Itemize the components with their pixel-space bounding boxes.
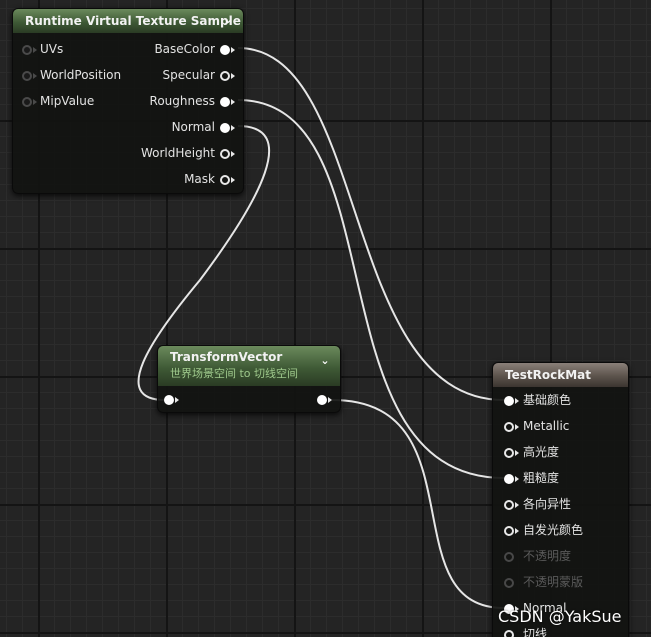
emissive-color-input-label: 自发光颜色 xyxy=(523,523,584,537)
pin-arrow-icon xyxy=(328,397,332,403)
pin-arrow-icon xyxy=(515,528,519,534)
roughness-output-pin[interactable] xyxy=(220,97,230,107)
pin-arrow-icon xyxy=(515,450,519,456)
opacity-mask-input-label: 不透明蒙版 xyxy=(523,575,584,589)
opacity-input-pin[interactable] xyxy=(504,552,514,562)
mip-value-input-pin[interactable] xyxy=(22,97,32,107)
basecolor-output-pin[interactable] xyxy=(220,45,230,55)
rvt-node-header[interactable]: Runtime Virtual Texture Sample ⌄ xyxy=(13,9,243,33)
anisotropy-input-label: 各向异性 xyxy=(523,497,572,511)
pin-arrow-icon xyxy=(231,99,235,105)
pin-arrow-icon xyxy=(515,424,519,430)
base-color-input-pin[interactable] xyxy=(504,396,514,406)
opacity-input-label: 不透明度 xyxy=(523,549,572,563)
world-height-output-pin[interactable] xyxy=(220,149,230,159)
transform-output-pin[interactable] xyxy=(317,395,327,405)
roughness-input-pin[interactable] xyxy=(504,474,514,484)
material-node-header[interactable]: TestRockMat xyxy=(493,363,628,387)
uvs-input-label: UVs xyxy=(40,42,64,56)
runtime-virtual-texture-sample-node[interactable]: Runtime Virtual Texture Sample ⌄ UVs Wor… xyxy=(12,8,244,194)
test-rock-mat-node[interactable]: TestRockMat 基础颜色 Metallic 高光度 粗糙度 各向异性 自… xyxy=(492,362,629,637)
base-color-input-label: 基础颜色 xyxy=(523,393,572,407)
metallic-input-label: Metallic xyxy=(523,419,570,433)
pin-arrow-icon xyxy=(515,476,519,482)
wire-transform-to-normal[interactable] xyxy=(331,399,505,609)
mip-value-input-label: MipValue xyxy=(40,94,95,108)
watermark: CSDN @YakSue xyxy=(498,607,622,626)
material-node-title: TestRockMat xyxy=(505,368,591,382)
roughness-input-label: 粗糙度 xyxy=(523,471,560,485)
specular-input-pin[interactable] xyxy=(504,448,514,458)
chevron-down-icon[interactable]: ⌄ xyxy=(220,13,236,27)
wire-roughness-to-roughness[interactable] xyxy=(237,99,505,479)
pin-arrow-icon xyxy=(231,151,235,157)
pin-arrow-icon xyxy=(33,47,37,53)
world-position-input-pin[interactable] xyxy=(22,71,32,81)
pin-arrow-icon xyxy=(515,502,519,508)
rvt-node-title: Runtime Virtual Texture Sample xyxy=(25,14,241,28)
world-position-input-label: WorldPosition xyxy=(40,68,122,82)
tangent-input-pin[interactable] xyxy=(504,630,514,637)
roughness-output-label: Roughness xyxy=(149,94,215,108)
pin-arrow-icon xyxy=(231,125,235,131)
transform-vector-node[interactable]: TransformVector 世界场景空间 to 切线空间 ⌄ xyxy=(157,345,341,413)
pin-arrow-icon xyxy=(231,47,235,53)
specular-input-label: 高光度 xyxy=(523,445,560,459)
mask-output-pin[interactable] xyxy=(220,175,230,185)
metallic-input-pin[interactable] xyxy=(504,422,514,432)
transform-node-header[interactable]: TransformVector 世界场景空间 to 切线空间 ⌄ xyxy=(158,346,340,386)
pin-arrow-icon xyxy=(33,99,37,105)
pin-arrow-icon xyxy=(231,73,235,79)
pin-arrow-icon xyxy=(515,398,519,404)
tangent-input-label: 切线 xyxy=(523,627,548,637)
specular-output-label: Specular xyxy=(162,68,215,82)
anisotropy-input-pin[interactable] xyxy=(504,500,514,510)
emissive-color-input-pin[interactable] xyxy=(504,526,514,536)
chevron-down-icon[interactable]: ⌄ xyxy=(317,354,333,368)
uvs-input-pin[interactable] xyxy=(22,45,32,55)
world-height-output-label: WorldHeight xyxy=(140,146,215,160)
pin-arrow-icon xyxy=(33,73,37,79)
opacity-mask-input-pin[interactable] xyxy=(504,578,514,588)
material-graph-canvas[interactable]: Runtime Virtual Texture Sample ⌄ UVs Wor… xyxy=(0,0,651,637)
basecolor-output-label: BaseColor xyxy=(154,42,215,56)
pin-arrow-icon xyxy=(231,177,235,183)
transform-node-subtitle: 世界场景空间 to 切线空间 xyxy=(170,367,299,380)
mask-output-label: Mask xyxy=(184,172,215,186)
normal-output-pin[interactable] xyxy=(220,123,230,133)
normal-output-label: Normal xyxy=(171,120,215,134)
transform-node-title: TransformVector xyxy=(170,350,283,364)
specular-output-pin[interactable] xyxy=(220,71,230,81)
transform-input-pin[interactable] xyxy=(164,395,174,405)
pin-arrow-icon xyxy=(175,397,179,403)
